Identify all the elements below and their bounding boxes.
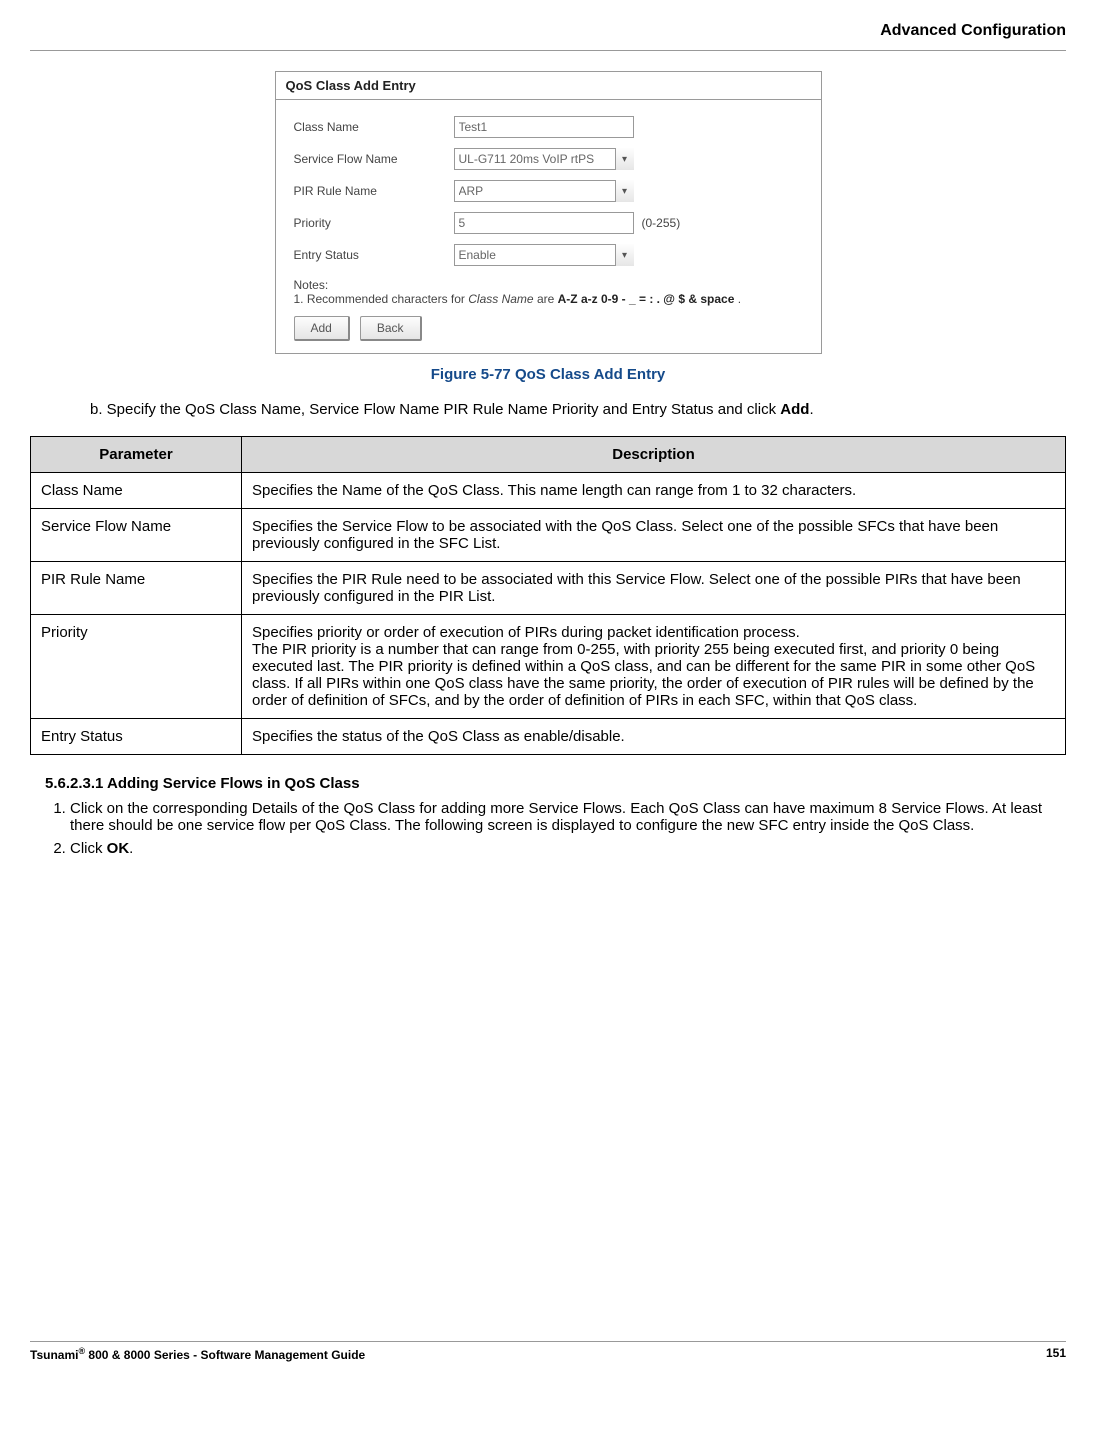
footer-text: Tsunami <box>30 1348 78 1362</box>
table-cell-desc: Specifies the status of the QoS Class as… <box>242 719 1066 755</box>
add-button[interactable]: Add <box>294 316 350 341</box>
priority-label: Priority <box>294 216 454 230</box>
table-cell-param: PIR Rule Name <box>31 562 242 615</box>
footer-left: Tsunami® 800 & 8000 Series - Software Ma… <box>30 1346 365 1362</box>
back-button[interactable]: Back <box>360 316 422 341</box>
qos-add-entry-panel: QoS Class Add Entry Class Name Service F… <box>275 71 822 354</box>
list-item-text: . <box>129 840 133 857</box>
notes-label: Notes: <box>294 278 809 292</box>
notes-block: Notes: 1. Recommended characters for Cla… <box>294 278 809 306</box>
table-cell-desc: Specifies the PIR Rule need to be associ… <box>242 562 1066 615</box>
instruction-b: b. Specify the QoS Class Name, Service F… <box>90 401 1056 418</box>
list-item: Click on the corresponding Details of th… <box>70 800 1056 834</box>
class-name-label: Class Name <box>294 120 454 134</box>
panel-title: QoS Class Add Entry <box>276 72 821 100</box>
list-item-bold: OK <box>107 840 130 857</box>
numbered-list: Click on the corresponding Details of th… <box>70 800 1056 857</box>
notes-line: 1. Recommended characters for Class Name… <box>294 292 809 306</box>
pir-rule-name-select[interactable] <box>454 180 634 202</box>
table-cell-desc: Specifies the Name of the QoS Class. Thi… <box>242 473 1066 509</box>
notes-text: 1. Recommended characters for <box>294 292 469 306</box>
table-cell-param: Priority <box>31 615 242 719</box>
entry-status-select[interactable] <box>454 244 634 266</box>
instruction-bold: Add <box>780 401 809 418</box>
page-number: 151 <box>1046 1346 1066 1362</box>
notes-text: are <box>534 292 558 306</box>
table-cell-param: Class Name <box>31 473 242 509</box>
service-flow-name-select[interactable] <box>454 148 634 170</box>
priority-hint: (0-255) <box>642 216 681 230</box>
table-row: Class Name Specifies the Name of the QoS… <box>31 473 1066 509</box>
table-row: Priority Specifies priority or order of … <box>31 615 1066 719</box>
header-divider <box>30 50 1066 51</box>
priority-input[interactable] <box>454 212 634 234</box>
parameter-table: Parameter Description Class Name Specifi… <box>30 436 1066 755</box>
table-row: Entry Status Specifies the status of the… <box>31 719 1066 755</box>
notes-italic: Class Name <box>468 292 533 306</box>
table-cell-param: Entry Status <box>31 719 242 755</box>
list-item: Click OK. <box>70 840 1056 857</box>
table-cell-desc: Specifies priority or order of execution… <box>242 615 1066 719</box>
table-cell-desc: Specifies the Service Flow to be associa… <box>242 509 1066 562</box>
pir-rule-name-label: PIR Rule Name <box>294 184 454 198</box>
table-header-description: Description <box>242 437 1066 473</box>
entry-status-label: Entry Status <box>294 248 454 262</box>
notes-bold: A-Z a-z 0-9 - _ = : . @ $ & space <box>558 292 735 306</box>
instruction-text: b. Specify the QoS Class Name, Service F… <box>90 401 780 418</box>
list-item-text: Click <box>70 840 107 857</box>
table-cell-param: Service Flow Name <box>31 509 242 562</box>
service-flow-name-label: Service Flow Name <box>294 152 454 166</box>
footer-text: 800 & 8000 Series - Software Management … <box>85 1348 365 1362</box>
notes-text: . <box>734 292 741 306</box>
class-name-input[interactable] <box>454 116 634 138</box>
table-row: Service Flow Name Specifies the Service … <box>31 509 1066 562</box>
table-row: PIR Rule Name Specifies the PIR Rule nee… <box>31 562 1066 615</box>
figure-caption: Figure 5-77 QoS Class Add Entry <box>30 366 1066 383</box>
table-header-parameter: Parameter <box>31 437 242 473</box>
page-footer: Tsunami® 800 & 8000 Series - Software Ma… <box>30 1341 1066 1362</box>
page-header-title: Advanced Configuration <box>30 22 1066 40</box>
section-heading: 5.6.2.3.1 Adding Service Flows in QoS Cl… <box>45 775 1066 792</box>
instruction-text: . <box>809 401 813 418</box>
